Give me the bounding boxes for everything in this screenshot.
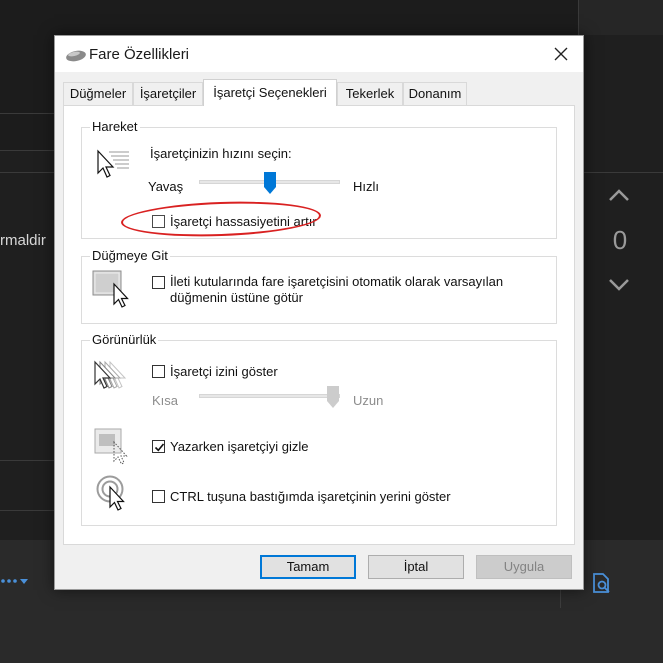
bg-divider: [0, 460, 54, 461]
more-options-icon[interactable]: [0, 574, 32, 592]
visibility-group-title: Görünürlük: [90, 332, 159, 347]
pointer-trails-icon: [92, 360, 136, 397]
show-location-icon: [96, 475, 136, 520]
snap-to-label-line2[interactable]: düğmenin üstüne götür: [170, 290, 303, 305]
speed-slow-label: Yavaş: [148, 179, 184, 194]
titlebar[interactable]: Fare Özellikleri: [55, 36, 583, 72]
trail-long-label: Uzun: [353, 393, 384, 408]
snap-to-label-line1[interactable]: İleti kutularında fare işaretçisini otom…: [170, 274, 503, 289]
motion-group-title: Hareket: [90, 119, 140, 134]
tab-pointers[interactable]: İşaretçiler: [133, 82, 203, 105]
bg-divider: [578, 0, 579, 35]
trail-length-slider-thumb: [326, 385, 340, 414]
ok-button[interactable]: Tamam: [260, 555, 356, 579]
show-location-ctrl-label[interactable]: CTRL tuşuna bastığımda işaretçinin yerin…: [170, 489, 451, 504]
bg-divider: [0, 113, 54, 114]
downvote-icon[interactable]: [604, 274, 634, 294]
cancel-button[interactable]: İptal: [368, 555, 464, 579]
tab-pointer-options[interactable]: İşaretçi Seçenekleri: [203, 79, 337, 106]
upvote-icon[interactable]: [604, 186, 634, 206]
speed-prompt: İşaretçinizin hızını seçin:: [150, 146, 292, 161]
speed-slider-thumb[interactable]: [263, 171, 277, 200]
pointer-trails-label[interactable]: İşaretçi izini göster: [170, 364, 278, 379]
apply-button[interactable]: Uygula: [476, 555, 572, 579]
bg-divider: [0, 150, 54, 151]
tab-buttons[interactable]: Düğmeler: [63, 82, 133, 105]
document-search-icon[interactable]: [590, 572, 614, 596]
snap-to-group-title: Düğmeye Git: [90, 248, 170, 263]
question-text-fragment: rmaldir: [0, 232, 46, 249]
bg-right-panel: [578, 0, 663, 35]
tab-wheel[interactable]: Tekerlek: [337, 82, 403, 105]
show-location-ctrl-checkbox[interactable]: [152, 490, 165, 503]
close-icon: [554, 47, 568, 61]
hide-while-typing-checkbox[interactable]: [152, 440, 165, 453]
pointer-trails-checkbox[interactable]: [152, 365, 165, 378]
tab-hardware[interactable]: Donanım: [403, 82, 467, 105]
vote-count: 0: [612, 225, 628, 255]
hide-while-typing-icon: [94, 428, 134, 471]
window-title: Fare Özellikleri: [89, 46, 190, 63]
hide-while-typing-label[interactable]: Yazarken işaretçiyi gizle: [170, 439, 308, 454]
snap-to-button-icon: [92, 270, 134, 315]
tab-strip: Düğmeler İşaretçiler İşaretçi Seçenekler…: [63, 79, 575, 106]
snap-to-checkbox[interactable]: [152, 276, 165, 289]
snap-to-group: Düğmeye Git: [81, 248, 557, 324]
pointer-speed-icon: [95, 147, 131, 186]
bg-divider: [0, 510, 54, 511]
trail-short-label: Kısa: [152, 393, 179, 408]
tab-panel: Hareket İşaretçinizin hızını seçin: Yava…: [63, 105, 575, 545]
close-button[interactable]: [539, 36, 583, 72]
mouse-properties-dialog: Fare Özellikleri Düğmeler İşaretçiler İş…: [54, 35, 584, 590]
mouse-icon: [65, 48, 87, 62]
speed-fast-label: Hızlı: [353, 179, 379, 194]
trail-length-slider-track: [199, 394, 340, 398]
